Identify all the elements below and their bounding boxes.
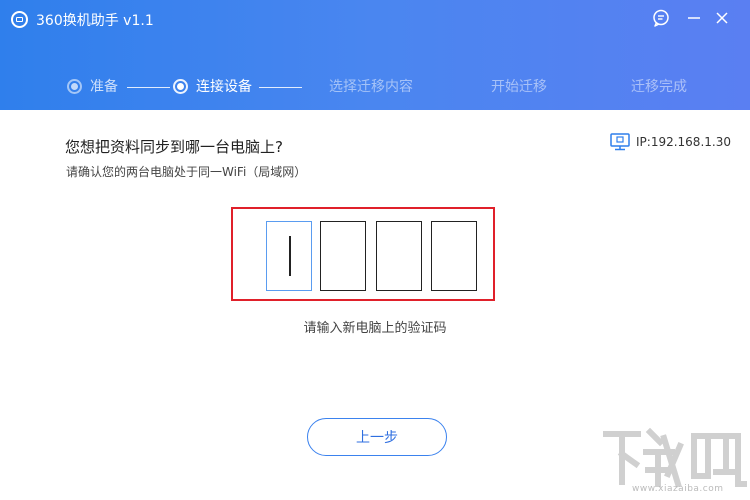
header-banner: 360换机助手 v1.1 准备 连接设备 选择迁移内容 开始迁移 迁移完成: [0, 0, 750, 110]
step-complete: 迁移完成: [631, 76, 687, 96]
step-label: 开始迁移: [491, 79, 547, 95]
watermark-url: www.xiazaiba.com: [632, 484, 724, 494]
step-label: 连接设备: [196, 79, 252, 95]
wifi-instruction: 请确认您的两台电脑处于同一WiFi（局域网）: [66, 165, 307, 179]
step-start-migrate: 开始迁移: [491, 76, 547, 96]
code-digit-input[interactable]: [320, 221, 366, 291]
phone-swap-logo-icon: [11, 11, 28, 28]
code-digit-input[interactable]: [266, 221, 312, 291]
step-select-content: 选择迁移内容: [329, 76, 413, 96]
back-button[interactable]: 上一步: [307, 418, 447, 456]
title-bar: 360换机助手 v1.1: [0, 0, 750, 38]
progress-steps: 准备 连接设备 选择迁移内容 开始迁移 迁移完成: [0, 70, 750, 104]
step-connect: 连接设备: [173, 76, 252, 96]
step-connector: [127, 87, 170, 88]
minimize-icon[interactable]: [684, 8, 704, 28]
network-icon: [610, 133, 630, 151]
step-prepare: 准备: [67, 76, 118, 96]
verification-code-hint: 请输入新电脑上的验证码: [303, 321, 447, 336]
text-caret: [289, 236, 291, 276]
step-label: 迁移完成: [631, 79, 687, 95]
step-label: 准备: [90, 79, 118, 95]
feedback-icon[interactable]: [651, 8, 671, 28]
step-label: 选择迁移内容: [329, 79, 413, 95]
step-dot-icon: [67, 78, 82, 94]
code-digit-input[interactable]: [431, 221, 477, 291]
ip-address-label: IP:192.168.1.30: [636, 135, 731, 149]
app-title: 360换机助手 v1.1: [36, 13, 154, 29]
step-dot-icon: [173, 78, 188, 94]
close-icon[interactable]: [712, 8, 732, 28]
ip-address-display: IP:192.168.1.30: [610, 133, 731, 151]
code-digit-input[interactable]: [376, 221, 422, 291]
page-title: 您想把资料同步到哪一台电脑上?: [65, 138, 283, 156]
step-connector: [259, 87, 302, 88]
